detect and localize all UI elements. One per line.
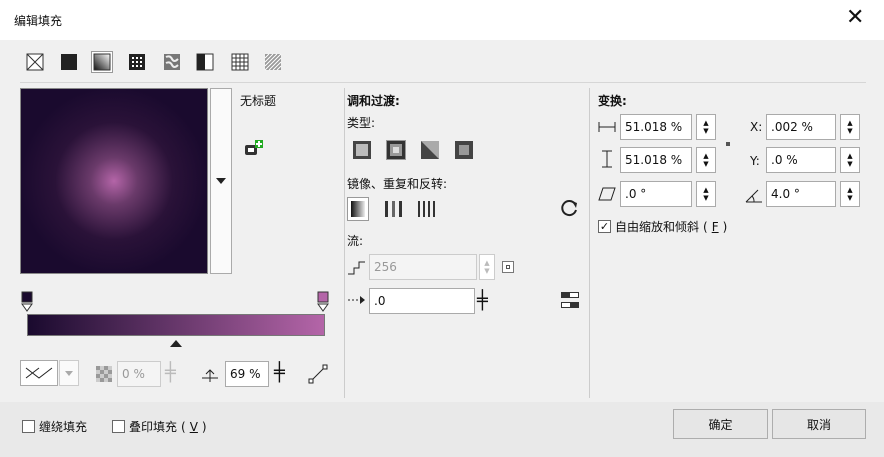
height-icon <box>601 150 613 171</box>
rotate-spinner[interactable]: ▲ ▼ <box>840 181 860 207</box>
fill-height-field[interactable]: 51.018 % <box>620 147 692 173</box>
dialog-title: 编辑填充 <box>14 14 63 28</box>
close-icon[interactable]: ✕ <box>846 5 864 31</box>
transform-title: 变换: <box>598 94 627 108</box>
free-scale-hotkey: F <box>711 219 719 234</box>
overprint-option[interactable]: 叠印填充(V) <box>112 418 207 435</box>
wrap-fill-label: 缠绕填充 <box>39 420 88 434</box>
cancel-button[interactable]: 取消 <box>772 409 866 439</box>
blend-type-label: 类型: <box>347 116 376 130</box>
vector-pattern-fill-icon[interactable] <box>126 51 148 73</box>
mirror-label: 镜像、重复和反转: <box>347 177 448 191</box>
free-scale-hotkey-close: ) <box>722 219 728 234</box>
width-icon <box>598 121 616 136</box>
rotate-icon <box>744 186 764 207</box>
section-divider-1 <box>344 88 345 398</box>
free-scale-checkbox[interactable]: ✓ <box>598 220 611 233</box>
free-scale-hotkey-open: ( <box>703 219 708 234</box>
acceleration-slider[interactable]: ╪ <box>274 363 285 383</box>
rotate-field[interactable]: 4.0 ° <box>766 181 836 207</box>
texture-fill-icon[interactable] <box>229 51 251 73</box>
section-divider-2 <box>589 88 590 398</box>
overprint-checkbox[interactable] <box>112 420 125 433</box>
wrap-fill-option[interactable]: 缠绕填充 <box>22 418 87 435</box>
end-color-node[interactable] <box>316 291 330 316</box>
mirror-repeat-icon[interactable] <box>383 200 405 221</box>
preview-dropdown[interactable] <box>210 88 232 274</box>
acceleration-icon <box>200 364 220 387</box>
flow-label: 流: <box>347 234 364 248</box>
smooth-transition-icon[interactable] <box>308 364 328 387</box>
no-fill-icon[interactable] <box>24 51 46 73</box>
conical-blend-icon[interactable] <box>420 140 440 160</box>
blend-direction-icon <box>25 367 53 379</box>
free-scale-label: 自由缩放和倾斜 <box>615 220 700 234</box>
repeat-icon[interactable] <box>417 200 439 221</box>
steps-field[interactable]: 256 <box>369 254 477 280</box>
reverse-fill-icon[interactable] <box>560 198 580 221</box>
blend-title: 调和过渡: <box>347 94 400 108</box>
steps-spinner[interactable]: ▲ ▼ <box>479 254 495 280</box>
preview-name: 无标题 <box>240 94 277 108</box>
blend-direction-dropdown[interactable] <box>59 360 79 386</box>
y-offset-spinner[interactable]: ▲ ▼ <box>840 147 860 173</box>
two-color-pattern-fill-icon[interactable] <box>194 51 216 73</box>
start-color-node[interactable] <box>20 291 34 316</box>
offset-icon <box>347 293 367 310</box>
midpoint-slider[interactable] <box>170 337 182 351</box>
uniform-fill-icon[interactable] <box>58 51 80 73</box>
toolbar-divider <box>20 82 866 83</box>
bitmap-pattern-fill-icon[interactable] <box>161 51 183 73</box>
overprint-hotkey: V <box>189 419 198 434</box>
fill-preview <box>20 88 208 274</box>
x-label: X: <box>750 120 763 134</box>
linear-blend-icon[interactable] <box>352 140 372 160</box>
default-fill-icon[interactable] <box>347 197 369 221</box>
lock-ratio-button[interactable] <box>726 142 730 146</box>
edit-fill-dialog: 编辑填充 ✕ 无标题 0 % ╪ 69 % ╪ 调和过渡: 类型: 镜像、重复和… <box>0 0 884 457</box>
overprint-hotkey-close: ) <box>201 419 207 434</box>
y-offset-field[interactable]: .0 % <box>766 147 836 173</box>
gradient-bar[interactable] <box>27 314 325 336</box>
skew-spinner[interactable]: ▲ ▼ <box>696 181 716 207</box>
wrap-fill-checkbox[interactable] <box>22 420 35 433</box>
skew-icon <box>598 186 616 205</box>
align-fill-icon[interactable] <box>560 290 580 313</box>
acceleration-field[interactable]: 69 % <box>225 361 269 387</box>
free-scale-option[interactable]: ✓ 自由缩放和倾斜(F) <box>598 218 727 235</box>
fill-type-toolbar <box>0 40 884 84</box>
offset-field[interactable]: .0 <box>369 288 475 314</box>
ok-button[interactable]: 确定 <box>673 409 768 439</box>
elliptical-blend-icon[interactable] <box>386 140 406 160</box>
title-bar: 编辑填充 ✕ <box>0 0 884 40</box>
node-transparency-field[interactable]: 0 % <box>117 361 161 387</box>
postscript-fill-icon[interactable] <box>262 51 284 73</box>
fill-width-field[interactable]: 51.018 % <box>620 114 692 140</box>
node-transparency-slider[interactable]: ╪ <box>165 363 176 383</box>
transparency-icon <box>96 366 112 385</box>
fountain-fill-icon[interactable] <box>91 51 113 73</box>
dialog-footer: 缠绕填充 叠印填充(V) 确定 取消 <box>0 402 884 457</box>
x-offset-spinner[interactable]: ▲ ▼ <box>840 114 860 140</box>
rectangular-blend-icon[interactable] <box>454 140 474 160</box>
save-fill-icon[interactable] <box>244 140 264 161</box>
skew-field[interactable]: .0 ° <box>620 181 692 207</box>
offset-slider[interactable]: ╪ <box>477 291 488 311</box>
chevron-down-icon <box>216 178 226 184</box>
x-offset-field[interactable]: .002 % <box>766 114 836 140</box>
fill-width-spinner[interactable]: ▲ ▼ <box>696 114 716 140</box>
fill-height-spinner[interactable]: ▲ ▼ <box>696 147 716 173</box>
steps-icon <box>347 256 367 279</box>
blend-direction-picker[interactable] <box>20 360 58 386</box>
steps-lock-button[interactable] <box>502 261 514 273</box>
y-label: Y: <box>750 154 760 168</box>
overprint-hotkey-open: ( <box>181 419 186 434</box>
overprint-label: 叠印填充 <box>129 420 178 434</box>
